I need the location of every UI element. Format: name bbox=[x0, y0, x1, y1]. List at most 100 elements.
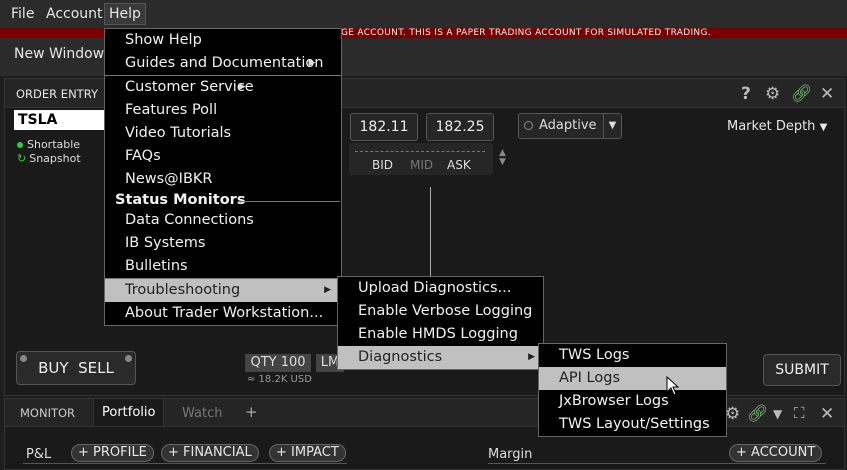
impact-button[interactable]: + IMPACT bbox=[269, 444, 346, 462]
financial-button[interactable]: + FINANCIAL bbox=[161, 444, 259, 462]
menu-item-ib-systems[interactable]: IB Systems bbox=[105, 232, 205, 255]
menu-item-tws-logs[interactable]: TWS Logs bbox=[539, 344, 629, 367]
menu-item-api-logs[interactable]: API Logs bbox=[539, 367, 726, 390]
symbol-input[interactable]: TSLA bbox=[14, 110, 108, 130]
menu-item-tws-layout-settings[interactable]: TWS Layout/Settings bbox=[539, 413, 710, 436]
menu-item-about[interactable]: About Trader Workstation... bbox=[105, 302, 323, 325]
help-icon[interactable]: ? bbox=[741, 84, 751, 104]
menu-item-label: JxBrowser Logs bbox=[559, 393, 669, 409]
menu-account[interactable]: Account bbox=[43, 5, 106, 23]
bid-label: BID bbox=[372, 158, 394, 172]
knob-icon bbox=[125, 355, 132, 362]
chevron-down-icon: ▼ bbox=[603, 114, 621, 138]
buy-button[interactable]: BUY bbox=[38, 359, 68, 377]
menu-item-label: TWS Logs bbox=[559, 347, 630, 363]
menu-item-upload-diagnostics[interactable]: Upload Diagnostics... bbox=[338, 277, 511, 300]
divider bbox=[488, 463, 826, 464]
menu-item-label: Guides and Documentation bbox=[125, 55, 324, 71]
menu-section-label: Status Monitors bbox=[115, 192, 246, 208]
shortable-tag: Shortable bbox=[17, 138, 80, 151]
menu-item-label: IB Systems bbox=[125, 235, 206, 251]
menu-item-customer-service[interactable]: Customer Service ▶ bbox=[105, 76, 254, 99]
order-value: ≈ 18.2K USD bbox=[247, 374, 312, 385]
add-tab-button[interactable]: + bbox=[245, 403, 258, 421]
menu-item-show-help[interactable]: Show Help bbox=[105, 29, 202, 52]
stepper-icon[interactable]: ▲ ▼ bbox=[499, 149, 506, 167]
menu-item-label: Troubleshooting bbox=[125, 282, 241, 298]
menu-item-label: News@IBKR bbox=[125, 171, 213, 187]
algo-label: Adaptive bbox=[539, 118, 597, 133]
buy-sell-toggle[interactable]: BUY SELL bbox=[16, 351, 136, 385]
close-icon[interactable]: ✕ bbox=[820, 84, 834, 104]
submenu-arrow-icon: ▶ bbox=[308, 58, 316, 68]
submenu-arrow-icon: ▶ bbox=[528, 352, 535, 362]
menu-item-label: TWS Layout/Settings bbox=[559, 416, 710, 432]
menu-item-label: About Trader Workstation... bbox=[125, 305, 324, 321]
menu-item-label: Enable HMDS Logging bbox=[358, 326, 518, 342]
ask-price-button[interactable]: 182.25 bbox=[426, 113, 494, 141]
algo-select[interactable]: Adaptive ▼ bbox=[518, 113, 622, 139]
close-icon[interactable]: ✕ bbox=[820, 404, 834, 424]
menubar: File Account Help bbox=[0, 0, 847, 29]
green-dot-icon bbox=[17, 142, 23, 148]
knob-icon bbox=[20, 355, 27, 362]
market-depth-label: Market Depth bbox=[727, 119, 816, 134]
submenu-arrow-icon: ▶ bbox=[324, 285, 331, 295]
expand-icon[interactable]: ⛶ bbox=[794, 404, 805, 422]
menu-item-label: Features Poll bbox=[125, 102, 218, 118]
snapshot-label: Snapshot bbox=[29, 152, 81, 165]
gear-icon[interactable]: ⚙ bbox=[765, 84, 780, 104]
menu-item-features-poll[interactable]: Features Poll bbox=[105, 99, 217, 122]
sell-button[interactable]: SELL bbox=[78, 359, 114, 377]
menu-item-label: Customer Service bbox=[125, 79, 254, 95]
margin-label: Margin bbox=[488, 447, 533, 462]
menu-item-data-connections[interactable]: Data Connections bbox=[105, 209, 254, 232]
mouse-cursor-icon bbox=[666, 376, 680, 396]
quantity-field[interactable]: QTY 100 bbox=[245, 354, 311, 372]
tab-watch[interactable]: Watch bbox=[182, 406, 222, 421]
menu-item-label: API Logs bbox=[559, 370, 621, 386]
profile-button[interactable]: + PROFILE bbox=[71, 444, 154, 462]
menu-item-hmds-logging[interactable]: Enable HMDS Logging bbox=[338, 323, 518, 346]
chevron-down-icon[interactable]: ▼ bbox=[773, 407, 782, 421]
menu-item-label: Bulletins bbox=[125, 258, 188, 274]
menu-item-label: Video Tutorials bbox=[125, 125, 232, 141]
menu-item-label: Upload Diagnostics... bbox=[358, 280, 512, 296]
menu-item-troubleshooting[interactable]: Troubleshooting ▶ bbox=[105, 279, 339, 302]
menu-item-news[interactable]: News@IBKR bbox=[105, 168, 213, 191]
bid-price-button[interactable]: 182.11 bbox=[350, 113, 418, 141]
link-icon[interactable]: 🔗︎ bbox=[747, 404, 769, 424]
market-depth-dropdown[interactable]: Market Depth ▼ bbox=[727, 119, 827, 134]
menu-item-label: Diagnostics bbox=[358, 349, 443, 365]
account-button[interactable]: + ACCOUNT bbox=[729, 444, 823, 462]
menu-help[interactable]: Help bbox=[104, 3, 146, 25]
new-window-button[interactable]: New Window bbox=[14, 46, 104, 62]
menu-item-verbose-logging[interactable]: Enable Verbose Logging bbox=[338, 300, 532, 323]
slider-track bbox=[355, 151, 485, 152]
help-menu: Show Help Guides and Documentation ▶ Cust… bbox=[104, 28, 342, 326]
menu-item-label: Enable Verbose Logging bbox=[358, 303, 533, 319]
pnl-label: P&L bbox=[26, 447, 52, 462]
tab-portfolio[interactable]: Portfolio bbox=[93, 399, 165, 426]
radio-icon bbox=[524, 121, 533, 130]
diagnostics-submenu: TWS Logs API Logs JxBrowser Logs TWS Lay… bbox=[538, 343, 727, 437]
menu-item-faqs[interactable]: FAQs bbox=[105, 145, 161, 168]
menu-item-bulletins[interactable]: Bulletins bbox=[105, 255, 188, 278]
ask-label: ASK bbox=[447, 158, 471, 172]
shortable-label: Shortable bbox=[27, 138, 81, 151]
snapshot-tag[interactable]: ↻ Snapshot bbox=[17, 152, 81, 165]
banner-text: GE ACCOUNT. THIS IS A PAPER TRADING ACCO… bbox=[341, 28, 711, 38]
menu-item-label: Data Connections bbox=[125, 212, 254, 228]
link-icon[interactable]: 🔗︎ bbox=[791, 84, 813, 104]
troubleshooting-submenu: Upload Diagnostics... Enable Verbose Log… bbox=[337, 276, 544, 370]
menu-item-jxbrowser-logs[interactable]: JxBrowser Logs bbox=[539, 390, 669, 413]
gear-icon[interactable]: ⚙ bbox=[725, 404, 740, 424]
menu-item-guides[interactable]: Guides and Documentation ▶ bbox=[105, 52, 323, 75]
chevron-down-icon: ▼ bbox=[819, 122, 828, 133]
submit-button[interactable]: SUBMIT bbox=[763, 354, 841, 386]
menu-item-video-tutorials[interactable]: Video Tutorials bbox=[105, 122, 231, 145]
mid-label: MID bbox=[410, 158, 434, 172]
menu-file[interactable]: File bbox=[8, 5, 37, 23]
monitor-title: MONITOR bbox=[20, 406, 76, 420]
menu-item-diagnostics[interactable]: Diagnostics ▶ bbox=[338, 346, 543, 369]
